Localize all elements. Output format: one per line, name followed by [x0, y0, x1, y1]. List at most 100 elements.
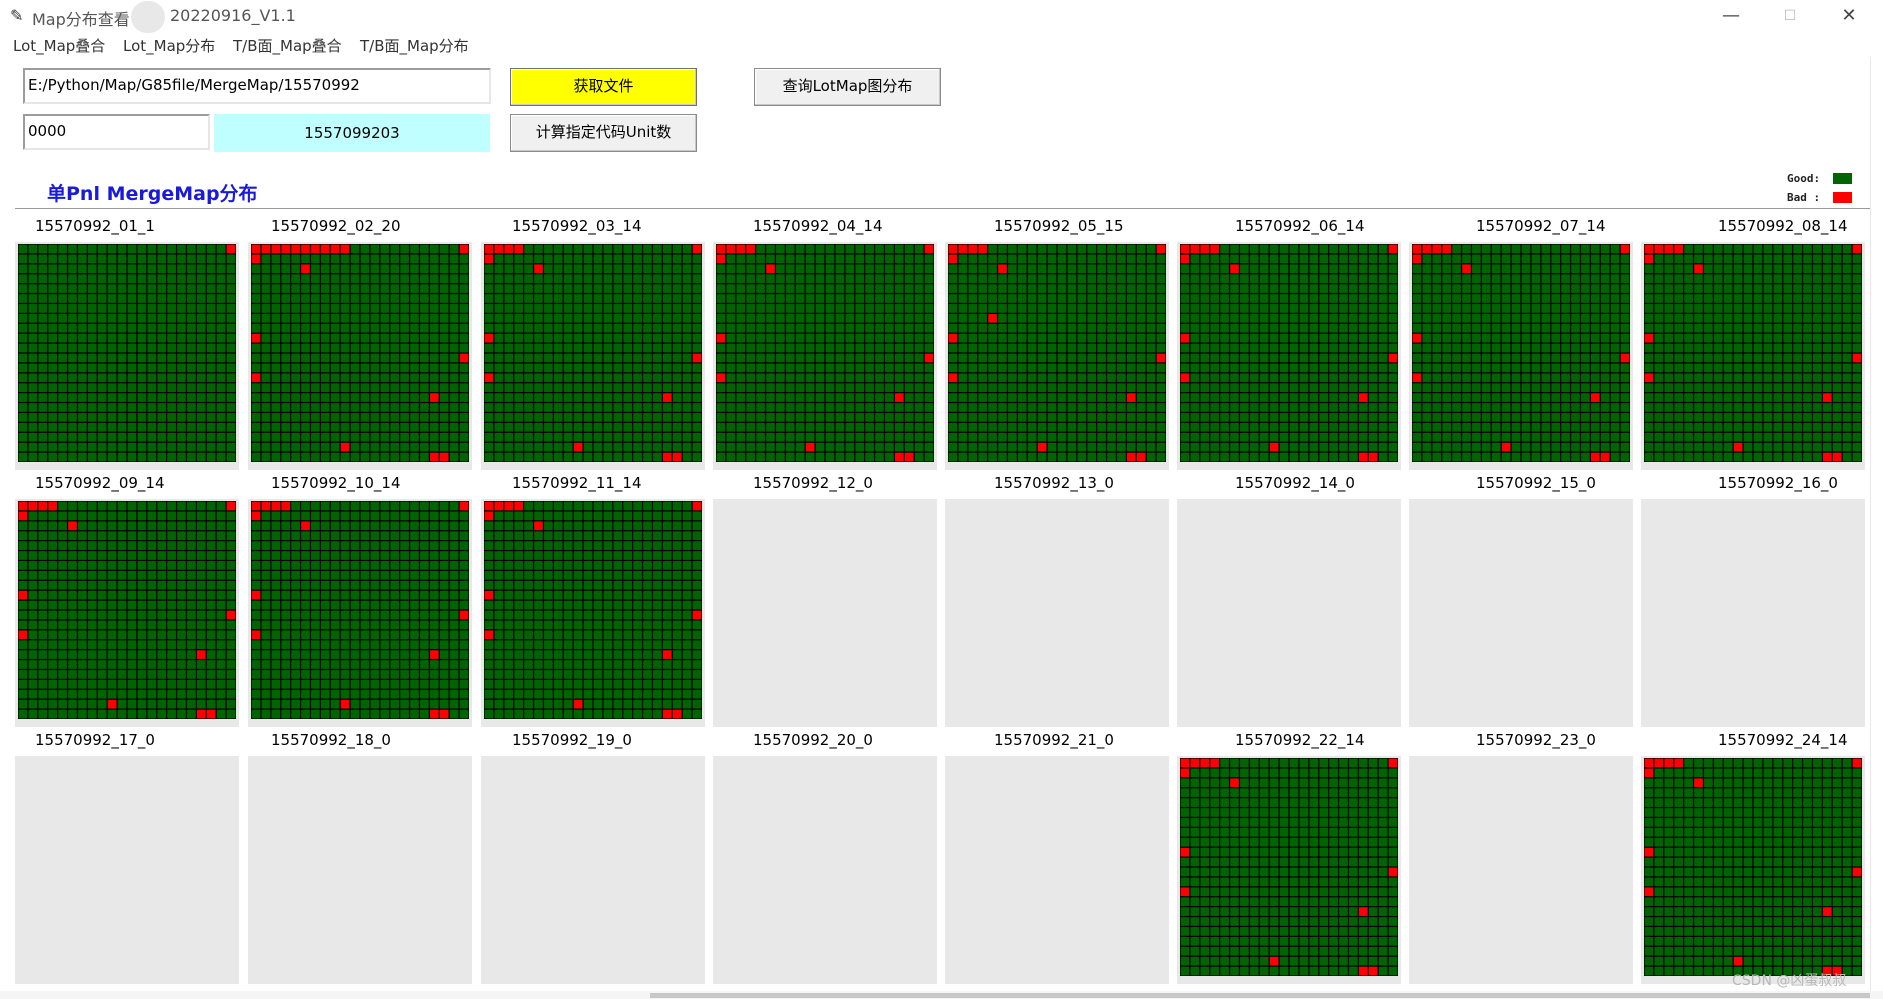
menu-tb-map-overlay[interactable]: T/B面_Map叠合	[233, 35, 342, 56]
good-unit	[553, 521, 563, 531]
good-unit	[1531, 363, 1541, 373]
good-unit	[410, 670, 419, 679]
good-unit	[1378, 313, 1388, 323]
good-unit	[147, 353, 157, 363]
panel-label: 15570992_10_14	[271, 474, 401, 492]
good-unit	[998, 393, 1007, 402]
good-unit	[206, 699, 216, 709]
count-unit-button[interactable]: 计算指定代码Unit数	[510, 114, 697, 152]
good-unit	[1472, 343, 1481, 353]
good-unit	[682, 274, 692, 284]
good-unit	[410, 679, 419, 689]
close-button[interactable]: ✕	[1835, 4, 1863, 28]
good-unit	[924, 422, 934, 432]
good-unit	[875, 323, 884, 333]
good-unit	[494, 521, 504, 531]
good-unit	[514, 323, 524, 333]
good-unit	[271, 551, 281, 560]
good-unit	[988, 413, 997, 422]
good-unit	[1842, 244, 1852, 254]
good-unit	[38, 699, 48, 709]
good-unit	[320, 264, 330, 274]
good-unit	[1462, 422, 1471, 432]
good-unit	[1339, 254, 1348, 264]
bad-unit	[271, 244, 281, 254]
good-unit	[400, 313, 409, 323]
good-unit	[1339, 383, 1348, 393]
good-unit	[301, 630, 310, 640]
good-unit	[196, 313, 206, 323]
maximize-button[interactable]: ☐	[1776, 4, 1804, 28]
good-unit	[330, 660, 340, 669]
good-unit	[216, 383, 226, 393]
bad-unit	[1664, 244, 1674, 254]
good-unit	[1551, 403, 1561, 412]
map-panel	[15, 499, 239, 727]
good-unit	[216, 323, 226, 333]
good-unit	[97, 274, 107, 284]
good-unit	[1107, 383, 1116, 393]
good-unit	[914, 274, 924, 284]
good-unit	[776, 393, 785, 402]
good-unit	[97, 630, 107, 640]
good-unit	[1713, 373, 1723, 383]
good-unit	[1358, 363, 1368, 373]
good-unit	[1319, 304, 1329, 313]
good-unit	[1047, 333, 1057, 343]
good-unit	[968, 254, 978, 264]
menu-tb-map-distribution[interactable]: T/B面_Map分布	[360, 35, 469, 56]
good-unit	[1644, 363, 1654, 373]
good-unit	[390, 343, 400, 353]
menu-lot-map-distribution[interactable]: Lot_Map分布	[123, 35, 215, 56]
minimize-button[interactable]: —	[1717, 4, 1745, 28]
good-unit	[226, 551, 236, 560]
good-unit	[28, 363, 38, 373]
good-unit	[692, 343, 702, 353]
bad-unit	[692, 353, 702, 363]
good-unit	[301, 501, 310, 511]
good-unit	[1388, 323, 1398, 333]
good-unit	[78, 709, 87, 719]
good-unit	[261, 343, 271, 353]
good-unit	[449, 373, 459, 383]
good-unit	[147, 551, 157, 560]
good-unit	[1180, 313, 1190, 323]
good-unit	[68, 580, 77, 590]
good-unit	[1654, 264, 1664, 274]
good-unit	[420, 353, 429, 363]
good-unit	[1793, 274, 1802, 284]
good-unit	[350, 551, 360, 560]
good-unit	[330, 383, 340, 393]
good-unit	[623, 333, 633, 343]
good-unit	[988, 304, 997, 313]
good-unit	[1378, 254, 1388, 264]
good-unit	[1412, 413, 1422, 422]
good-unit	[360, 264, 370, 274]
good-unit	[1813, 323, 1822, 333]
menu-lot-map-overlay[interactable]: Lot_Map叠合	[13, 35, 105, 56]
good-unit	[147, 531, 157, 541]
file-path-input[interactable]: E:/Python/Map/G85file/MergeMap/15570992	[23, 68, 491, 104]
good-unit	[1349, 294, 1358, 303]
good-unit	[1571, 432, 1580, 442]
good-unit	[1027, 333, 1037, 343]
good-unit	[97, 689, 107, 699]
good-unit	[1259, 294, 1269, 303]
good-unit	[662, 264, 672, 274]
good-unit	[1491, 304, 1501, 313]
good-unit	[894, 383, 904, 393]
good-unit	[1339, 323, 1348, 333]
get-file-button[interactable]: 获取文件	[510, 68, 697, 106]
good-unit	[87, 580, 97, 590]
good-unit	[553, 393, 563, 402]
good-unit	[137, 501, 147, 511]
good-unit	[28, 561, 38, 570]
code-input[interactable]: 0000	[23, 114, 210, 150]
query-lotmap-button[interactable]: 查询LotMap图分布	[754, 68, 941, 106]
good-unit	[1813, 313, 1822, 323]
good-unit	[603, 313, 613, 323]
good-unit	[48, 442, 58, 452]
good-unit	[1117, 403, 1126, 412]
good-unit	[1600, 403, 1610, 412]
good-unit	[291, 274, 300, 284]
